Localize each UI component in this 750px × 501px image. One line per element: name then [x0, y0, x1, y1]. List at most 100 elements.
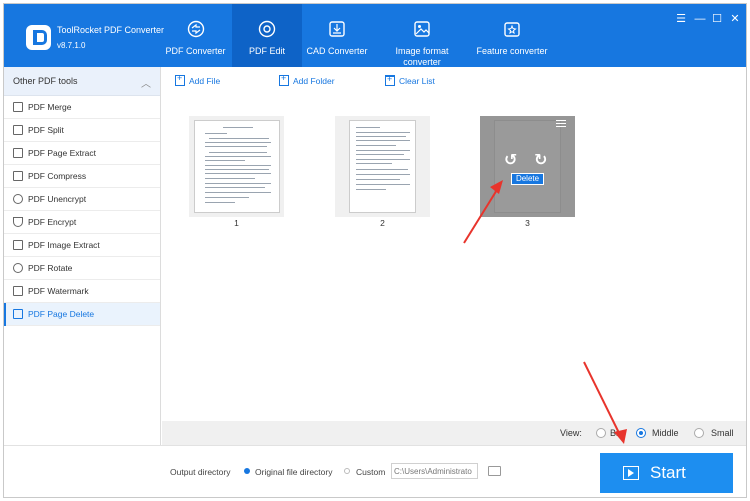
- view-label: View:: [560, 428, 582, 438]
- tab-pdf-edit[interactable]: PDF Edit: [232, 4, 302, 67]
- sidebar-item-label: PDF Split: [28, 125, 64, 135]
- sidebar-item-label: PDF Merge: [28, 102, 72, 112]
- sidebar-item-pdf-rotate[interactable]: PDF Rotate: [4, 257, 160, 280]
- custom-directory-label: Custom: [356, 467, 386, 477]
- close-icon[interactable]: ✕: [728, 12, 742, 26]
- add-folder-label: Add Folder: [293, 76, 335, 86]
- page-extract-icon: [13, 148, 23, 158]
- sidebar-item-pdf-compress[interactable]: PDF Compress: [4, 165, 160, 188]
- chevron-up-icon: ︿: [141, 79, 151, 90]
- sidebar-header-label: Other PDF tools: [13, 76, 78, 86]
- sidebar-header[interactable]: Other PDF tools ︿: [4, 67, 160, 96]
- convert-icon: [187, 20, 204, 38]
- tab-pdf-converter[interactable]: PDF Converter: [155, 4, 236, 67]
- sidebar-item-label: PDF Rotate: [28, 263, 73, 273]
- clear-list-label: Clear List: [399, 76, 435, 86]
- page-delete-icon: [13, 309, 23, 319]
- play-icon: [623, 466, 639, 480]
- app-title: ToolRocket PDF Converter: [57, 25, 165, 35]
- sidebar-item-label: PDF Unencrypt: [28, 194, 87, 204]
- original-directory-radio[interactable]: [244, 468, 250, 474]
- sidebar-item-label: PDF Watermark: [28, 286, 89, 296]
- start-label: Start: [650, 463, 686, 482]
- sidebar-item-pdf-page-delete[interactable]: PDF Page Delete: [4, 303, 160, 326]
- tab-feature-converter[interactable]: Feature converter: [472, 4, 552, 67]
- sidebar-item-pdf-split[interactable]: PDF Split: [4, 119, 160, 142]
- output-directory-label: Output directory: [170, 467, 231, 477]
- add-file-button[interactable]: Add File: [175, 73, 221, 89]
- rotate-icon: [13, 263, 23, 273]
- trash-icon: [385, 74, 395, 86]
- watermark-icon: [13, 286, 23, 296]
- page-number: 3: [525, 218, 530, 228]
- sidebar-item-pdf-merge[interactable]: PDF Merge: [4, 96, 160, 119]
- sidebar-item-label: PDF Page Delete: [28, 309, 95, 319]
- compress-icon: [13, 171, 23, 181]
- page-number: 1: [234, 218, 239, 228]
- add-file-icon: [175, 73, 185, 86]
- delete-page-button[interactable]: Delete: [511, 173, 544, 185]
- output-path-field[interactable]: C:\Users\Administrato: [391, 463, 478, 479]
- merge-icon: [13, 102, 23, 112]
- sidebar-item-pdf-image-extract[interactable]: PDF Image Extract: [4, 234, 160, 257]
- rotate-right-icon[interactable]: ↻: [534, 153, 550, 169]
- tab-image-format-converter[interactable]: Image format converter: [382, 4, 462, 67]
- menu-icon[interactable]: ☰: [674, 12, 688, 26]
- minimize-icon[interactable]: —: [693, 12, 707, 26]
- tab-label: Image format converter: [395, 46, 449, 67]
- add-folder-button[interactable]: Add Folder: [279, 73, 335, 89]
- image-icon: [414, 21, 430, 37]
- page-hover-overlay: ↺ ↻ Delete: [480, 116, 575, 217]
- page-thumbnail[interactable]: [189, 116, 284, 217]
- view-size-bar: View: Big Middle Small: [162, 421, 746, 445]
- page-preview: [194, 120, 280, 213]
- cad-import-icon: [329, 21, 345, 37]
- page-thumbnail[interactable]: [335, 116, 430, 217]
- tab-label: Feature converter: [476, 46, 548, 56]
- output-bar: Output directory Original file directory…: [4, 445, 746, 497]
- feature-icon: [504, 22, 520, 37]
- original-directory-label: Original file directory: [255, 467, 333, 477]
- sidebar-item-pdf-encrypt[interactable]: PDF Encrypt: [4, 211, 160, 234]
- sidebar-item-label: PDF Compress: [28, 171, 87, 181]
- sidebar-item-label: PDF Page Extract: [28, 148, 97, 158]
- view-middle-radio[interactable]: [636, 428, 646, 438]
- app-header: ToolRocket PDF Converter v8.7.1.0 PDF Co…: [4, 4, 746, 67]
- toolbar: Add File Add Folder Clear List: [162, 67, 746, 96]
- page-preview: [349, 120, 416, 213]
- app-logo-icon: [26, 25, 51, 50]
- folder-icon[interactable]: [488, 466, 501, 476]
- rotate-left-icon[interactable]: ↺: [504, 153, 520, 169]
- view-big-label: Big: [610, 428, 622, 438]
- unlock-icon: [13, 194, 23, 204]
- image-extract-icon: [13, 240, 23, 250]
- tab-label: CAD Converter: [306, 46, 368, 56]
- add-file-label: Add File: [189, 76, 221, 86]
- view-middle-label: Middle: [652, 428, 679, 438]
- clear-list-button[interactable]: Clear List: [385, 74, 435, 89]
- page-menu-icon[interactable]: [556, 120, 566, 129]
- sidebar-item-label: PDF Encrypt: [28, 217, 77, 227]
- sidebar-item-pdf-page-extract[interactable]: PDF Page Extract: [4, 142, 160, 165]
- app-version: v8.7.1.0: [57, 41, 86, 50]
- tab-cad-converter[interactable]: CAD Converter: [302, 4, 372, 67]
- page-thumbnail-selected[interactable]: ↺ ↻ Delete: [480, 116, 575, 217]
- maximize-icon[interactable]: ☐: [710, 12, 724, 26]
- sidebar-item-pdf-watermark[interactable]: PDF Watermark: [4, 280, 160, 303]
- app-window: ToolRocket PDF Converter v8.7.1.0 PDF Co…: [3, 3, 747, 498]
- view-small-label: Small: [711, 428, 734, 438]
- tab-label: PDF Converter: [165, 46, 226, 56]
- split-icon: [13, 125, 23, 135]
- view-small-radio[interactable]: [694, 428, 704, 438]
- view-big-radio[interactable]: [596, 428, 606, 438]
- sidebar-item-pdf-unencrypt[interactable]: PDF Unencrypt: [4, 188, 160, 211]
- start-button[interactable]: Start: [600, 453, 733, 493]
- custom-directory-radio[interactable]: [344, 468, 350, 474]
- tab-label: PDF Edit: [248, 46, 285, 56]
- add-folder-icon: [279, 73, 289, 86]
- shield-icon: [13, 217, 23, 227]
- sidebar: Other PDF tools ︿ PDF Merge PDF Split PD…: [4, 67, 161, 497]
- page-number: 2: [380, 218, 385, 228]
- page-thumbnail-area: 1 2 ↺ ↻ Delete 3: [162, 96, 746, 421]
- edit-target-icon: [258, 20, 276, 38]
